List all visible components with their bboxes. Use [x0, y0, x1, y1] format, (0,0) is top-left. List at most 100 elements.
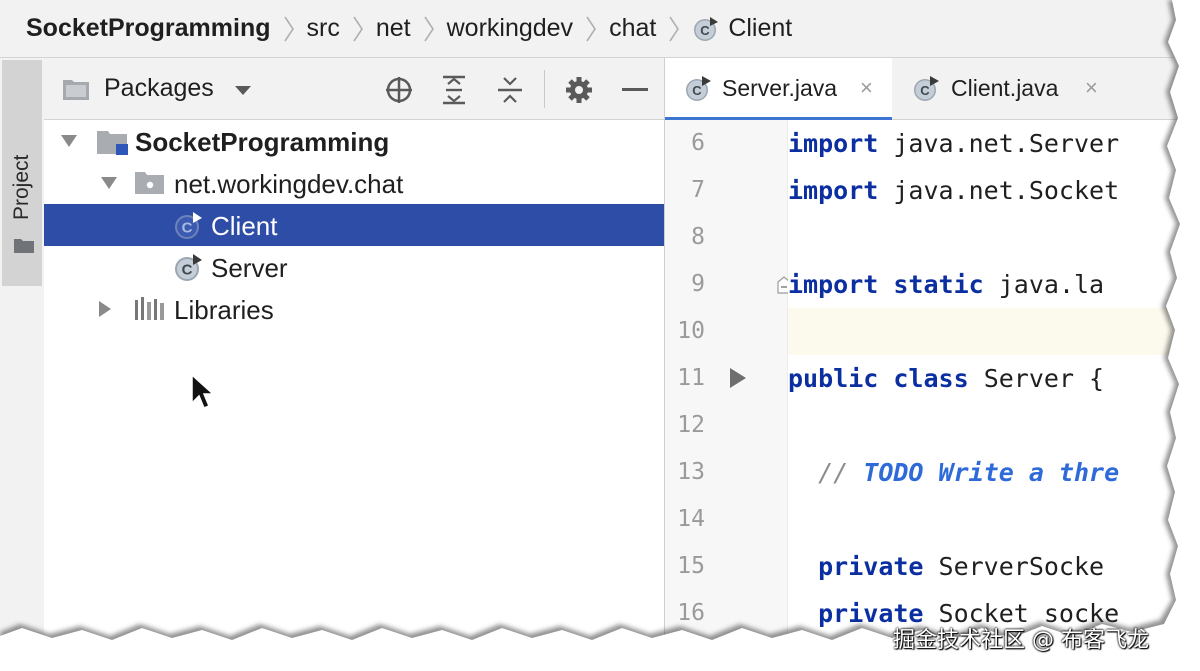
breadcrumb-client-label: Client	[728, 14, 793, 42]
code-line-13: // TODO Write a thre	[788, 449, 1200, 496]
java-class-icon: C	[914, 76, 939, 101]
breadcrumb-project[interactable]: SocketProgramming	[26, 14, 271, 43]
run-icon[interactable]	[729, 367, 747, 389]
tree-item-label: net.workingdev.chat	[174, 169, 404, 199]
expanded-arrow-icon[interactable]	[100, 176, 118, 190]
tree-item-label: Server	[211, 253, 288, 283]
line-number: 12	[677, 412, 705, 438]
svg-text:C: C	[701, 23, 711, 38]
breadcrumb-chat[interactable]: chat	[609, 14, 656, 43]
close-icon[interactable]: ×	[1085, 75, 1098, 101]
module-folder-icon	[97, 131, 128, 155]
svg-text:C: C	[920, 83, 930, 98]
java-class-icon: C	[175, 254, 202, 281]
svg-text:C: C	[692, 83, 702, 98]
project-tool-label: Project	[10, 154, 33, 220]
project-panel-header: Packages	[44, 58, 664, 120]
code-keyword: private	[818, 552, 924, 581]
code-keyword: import	[788, 129, 879, 158]
libraries-icon	[135, 297, 164, 320]
code-keyword: class	[893, 364, 969, 393]
code-line-9: import static java.la	[788, 261, 1200, 308]
tab-client-java[interactable]: C Client.java ×	[893, 58, 1103, 120]
tree-item-label: SocketProgramming	[135, 127, 390, 157]
ide-window: SocketProgramming src net workingdev cha…	[0, 0, 1200, 671]
code-keyword: import	[788, 176, 879, 205]
chevron-right-icon	[352, 15, 364, 43]
breadcrumb-workingdev[interactable]: workingdev	[447, 14, 573, 43]
editor-tabs: C Server.java × C Client.java ×	[665, 58, 1200, 120]
tab-server-java[interactable]: C Server.java ×	[665, 58, 892, 120]
java-class-icon: C	[686, 76, 711, 101]
line-number: 6	[691, 130, 705, 156]
line-number: 9	[691, 271, 705, 297]
gear-icon[interactable]	[564, 75, 594, 105]
line-number: 13	[677, 459, 705, 485]
code-keyword: import	[788, 270, 879, 299]
code-text: Server {	[968, 364, 1105, 393]
code-comment: //	[788, 458, 864, 487]
breadcrumb-net[interactable]: net	[376, 14, 411, 43]
code-keyword: public	[788, 364, 879, 393]
folder-icon	[14, 239, 34, 253]
code-editor: C Server.java × C Client.java × 6 7 8 9 …	[665, 58, 1200, 671]
breadcrumb-client[interactable]: C Client	[692, 14, 792, 43]
watermark-text: 掘金技术社区 @ 布客飞龙	[893, 628, 1149, 653]
line-number: 15	[677, 553, 705, 579]
code-text: ServerSocke	[923, 552, 1105, 581]
code-line-6: import java.net.Server	[788, 120, 1200, 167]
project-tool-tab[interactable]: Project	[2, 60, 42, 286]
line-number: 7	[691, 177, 705, 203]
code-line-15: private ServerSocke	[788, 543, 1200, 590]
tab-label: Client.java	[951, 75, 1059, 101]
chevron-right-icon	[585, 15, 597, 43]
java-class-icon: C	[694, 16, 719, 41]
minimize-icon[interactable]	[622, 88, 648, 92]
java-class-icon: C	[175, 212, 202, 239]
line-number: 11	[677, 365, 705, 391]
collapsed-arrow-icon[interactable]	[98, 300, 112, 318]
svg-text:C: C	[182, 220, 193, 237]
collapse-all-icon[interactable]	[496, 75, 524, 105]
tab-label: Server.java	[722, 75, 838, 101]
code-line-10-current	[788, 308, 1200, 355]
chevron-right-icon	[283, 15, 295, 43]
header-divider	[544, 70, 545, 108]
tree-item-server[interactable]: C Server	[44, 246, 664, 288]
packages-view-icon	[63, 80, 89, 100]
tool-window-stripe: Project	[0, 58, 45, 671]
line-number: 8	[691, 224, 705, 250]
tree-item-libraries[interactable]: Libraries	[44, 288, 664, 330]
line-number: 14	[677, 506, 705, 532]
tree-item-label: Libraries	[174, 295, 274, 325]
tree-item-package[interactable]: net.workingdev.chat	[44, 162, 664, 204]
tree-item-label: Client	[211, 211, 278, 241]
line-number: 16	[677, 600, 705, 626]
chevron-down-icon[interactable]	[234, 85, 252, 96]
code-line-11: public class Server {	[788, 355, 1200, 402]
code-todo: TODO Write a thre	[863, 458, 1120, 487]
locate-icon[interactable]	[384, 75, 414, 105]
tree-item-client[interactable]: C Client	[44, 204, 664, 246]
tree-item-project-root[interactable]: SocketProgramming	[44, 120, 664, 162]
expand-all-icon[interactable]	[440, 75, 468, 105]
mouse-cursor-icon	[191, 373, 215, 409]
breadcrumb-src[interactable]: src	[307, 14, 340, 43]
package-folder-icon	[135, 172, 164, 194]
code-area[interactable]: import java.net.Server import java.net.S…	[788, 120, 1200, 671]
line-number: 10	[677, 318, 705, 344]
editor-gutter: 6 7 8 9 10 11 12 13 14 15 16	[665, 120, 791, 671]
chevron-right-icon	[668, 15, 680, 43]
code-text: java.net.Socket	[878, 176, 1120, 205]
view-selector-label[interactable]: Packages	[104, 74, 214, 103]
breadcrumb: SocketProgramming src net workingdev cha…	[0, 0, 1200, 58]
code-line-7: import java.net.Socket	[788, 167, 1200, 214]
code-text: java.la	[983, 270, 1105, 299]
close-icon[interactable]: ×	[860, 75, 873, 101]
svg-text:C: C	[182, 262, 193, 279]
chevron-right-icon	[423, 15, 435, 43]
code-keyword: static	[893, 270, 984, 299]
project-panel: Packages SocketProgramming net.workingde…	[44, 58, 665, 671]
expanded-arrow-icon[interactable]	[60, 134, 78, 148]
code-text: java.net.Server	[878, 129, 1120, 158]
